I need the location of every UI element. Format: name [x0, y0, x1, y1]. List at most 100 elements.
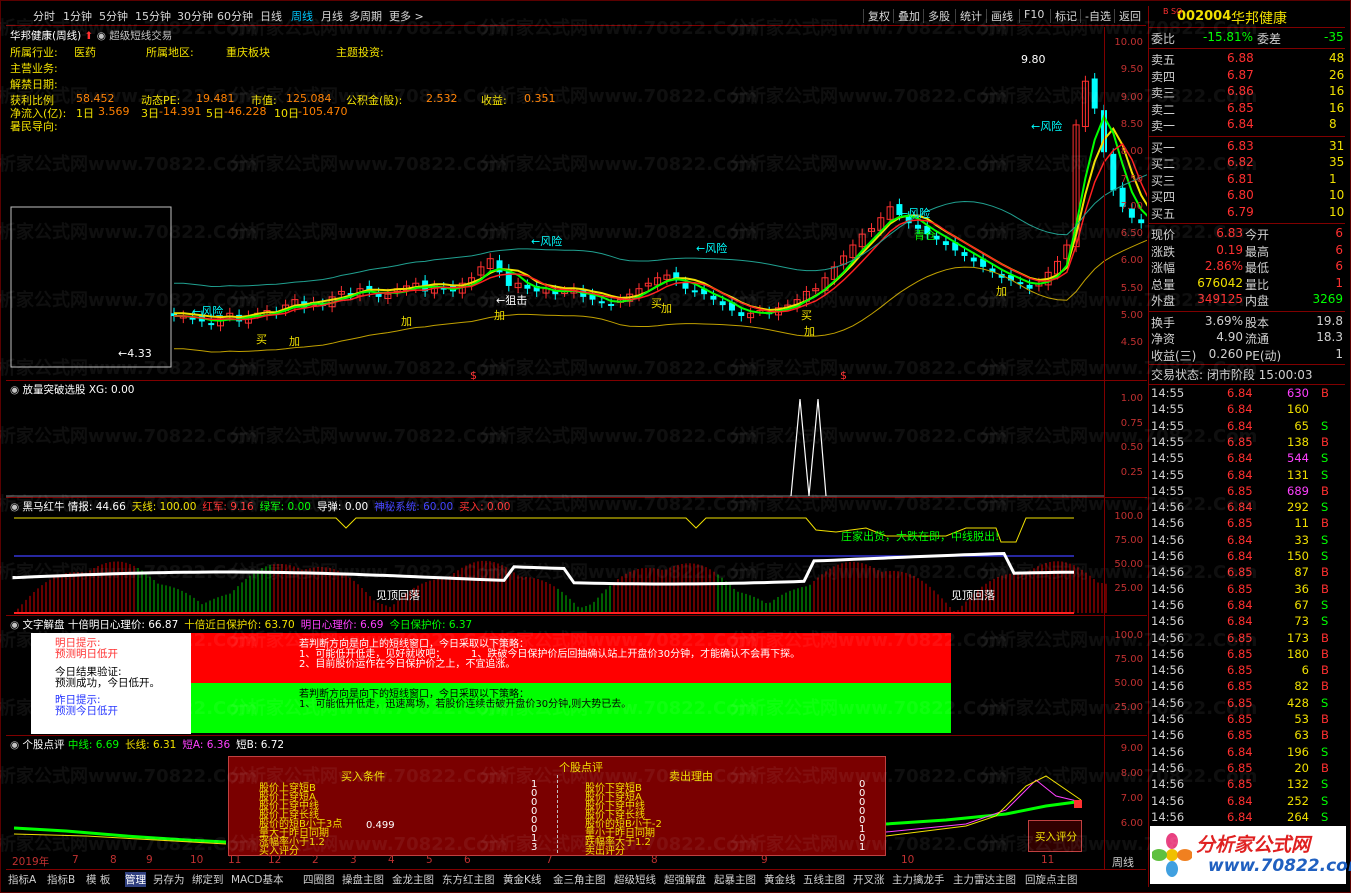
template-tab[interactable]: 超强解盘 — [664, 872, 706, 887]
template-tab[interactable]: 管理 — [125, 872, 146, 887]
dianping-indicator-panel[interactable]: ◉ 个股点评 中线: 6.69 长线: 6.31 短A: 6.36 短B: 6.72 … — [6, 736, 1147, 869]
kline-chart[interactable]: 9.80←4.33←风险←风险←风险←风险←风险加 加加加加加买买买←狙击青仓$ $ — [6, 27, 1147, 381]
tool-5[interactable]: F10 — [1024, 8, 1044, 21]
period-9[interactable]: 多周期 — [349, 8, 382, 24]
risk-label: ←风险 — [531, 234, 562, 248]
inset-box — [10, 206, 172, 368]
tool-sep — [986, 9, 987, 23]
tick-volume: 6 — [1301, 663, 1309, 678]
tick-volume: 132 — [1287, 777, 1309, 792]
stat-divider — [1149, 310, 1345, 312]
y-axis-line — [1104, 616, 1105, 735]
tick-row: 14:56 6.85 20 B — [1149, 761, 1345, 777]
risk-label: ←风险 — [1031, 119, 1062, 133]
template-tab[interactable]: 主力雷达主图 — [953, 872, 1016, 887]
tick-time: 14:56 — [1151, 777, 1185, 792]
y-tick-label: 6.00 — [1120, 818, 1143, 829]
wenzi-indicator-panel[interactable]: ◉ 文字解盘 十倍明日心理价: 66.87 十倍近日保护价: 63.70 明日心理价… — [6, 616, 1147, 736]
qingbao-line — [12, 551, 1075, 586]
sell-reasons-header: 卖出理由 — [669, 770, 713, 783]
heima-indicator-panel[interactable]: ◉ 黑马红牛 情报: 44.66 天线: 100.00 红军: 9.16 绿军: 0.… — [6, 498, 1147, 616]
tool-0[interactable]: 复权 — [868, 8, 890, 24]
template-tab[interactable]: 回旋点主图 — [1025, 872, 1078, 887]
tool-7[interactable]: -自选 — [1085, 8, 1111, 24]
tick-price: 6.85 — [1227, 760, 1253, 775]
template-tab[interactable]: 操盘主图 — [342, 872, 384, 887]
tick-row: 14:56 6.85 6 B — [1149, 663, 1345, 679]
ask-label: 卖二 — [1151, 102, 1176, 117]
tick-time: 14:56 — [1151, 646, 1185, 661]
tick-volume: 11 — [1294, 516, 1309, 531]
template-tab[interactable]: 指标A — [8, 872, 36, 887]
period-4[interactable]: 30分钟 — [177, 8, 213, 24]
wenzi-title: ◉ 文字解盘 十倍明日心理价: 66.87 十倍近日保护价: 63.70 明日心理价… — [10, 617, 478, 632]
template-tab[interactable]: 五线主图 — [803, 872, 845, 887]
template-tab[interactable]: 另存为 — [153, 872, 185, 887]
period-0[interactable]: 分时 — [33, 8, 55, 24]
tool-sep — [1019, 9, 1020, 23]
period-7[interactable]: 周线 — [291, 8, 313, 24]
tick-side: S — [1321, 695, 1329, 710]
sell-reason-value: 1 — [859, 842, 866, 853]
template-tab[interactable]: 绑定到 — [192, 872, 224, 887]
template-tab[interactable]: 金龙主图 — [392, 872, 434, 887]
tick-volume: 264 — [1287, 809, 1309, 824]
status-divider — [1149, 364, 1345, 365]
template-tab[interactable]: 主力擒龙手 — [892, 872, 945, 887]
period-1[interactable]: 1分钟 — [63, 8, 92, 24]
panel-toggle-icon[interactable]: ◉ — [10, 619, 23, 631]
tool-4[interactable]: 画线 — [991, 8, 1013, 24]
tool-1[interactable]: 叠加 — [898, 8, 920, 24]
period-3[interactable]: 15分钟 — [135, 8, 171, 24]
template-tab[interactable]: MACD基本 — [231, 872, 283, 887]
x-tick-label: 9 — [761, 854, 768, 866]
template-tab[interactable]: 黄金K线 — [503, 872, 541, 887]
template-tab[interactable]: 金三角主图 — [553, 872, 606, 887]
hint-box: 明日提示: 预测明日低开 今日结果验证: 预测成功，今日低开。 昨日提示: 预测… — [31, 633, 191, 734]
ask-label: 卖四 — [1151, 69, 1176, 84]
template-tab[interactable]: 开叉涨 — [853, 872, 885, 887]
template-tab[interactable]: 模 板 — [86, 872, 110, 887]
template-tab[interactable]: 四圈图 — [303, 872, 335, 887]
period-8[interactable]: 月线 — [321, 8, 343, 24]
tick-row: 14:56 6.85 11 B — [1149, 516, 1345, 532]
tool-3[interactable]: 统计 — [960, 8, 982, 24]
ask-row: 卖二 6.85 16 — [1149, 101, 1345, 118]
tick-time: 14:56 — [1151, 809, 1185, 824]
tool-2[interactable]: 多股 — [928, 8, 950, 24]
buy-score-badge: 买入评分 — [1028, 820, 1082, 852]
main-kline-panel[interactable]: 华邦健康(周线) ⬆ ◉ 超级短线交易 所属行业: 医药 所属地区: 重庆板块 主题投资… — [6, 27, 1147, 381]
template-tab[interactable]: 黄金线 — [764, 872, 796, 887]
buy-label: 买 — [801, 309, 812, 322]
bid-label: 买四 — [1151, 190, 1176, 204]
tick-side: B — [1321, 679, 1329, 694]
tick-price: 6.85 — [1227, 630, 1253, 645]
join-label: 加 — [804, 325, 815, 338]
template-tab[interactable]: 指标B — [47, 872, 75, 887]
template-tab[interactable]: 超级短线 — [614, 872, 656, 887]
dollar-marker: $ — [470, 369, 477, 381]
x-tick-label: 11 — [1041, 854, 1055, 866]
tick-row: 14:56 6.84 292 S — [1149, 500, 1345, 516]
bid-row: 买四 6.80 10 — [1149, 188, 1345, 205]
xg-indicator-panel[interactable]: ◉ 放量突破选股 XG: 0.00 1.00 0.75 0.50 0.25 — [6, 381, 1147, 498]
stat-label2: 量比 — [1245, 277, 1270, 292]
period-2[interactable]: 5分钟 — [99, 8, 128, 24]
tick-time: 14:55 — [1151, 418, 1185, 433]
tool-6[interactable]: 标记 — [1055, 8, 1077, 24]
tool-8[interactable]: 返回 — [1119, 8, 1141, 24]
stat2-label: 净资 — [1151, 332, 1176, 346]
y-tick-label: 8.50 — [1120, 118, 1143, 130]
tick-time: 14:56 — [1151, 532, 1185, 547]
yesterday-hint-value: 预测今日低开 — [55, 705, 118, 717]
stat2-row: 换手 3.69% 股本 19.8 — [1149, 314, 1345, 331]
stat-value2: 6 — [1335, 242, 1343, 257]
period-6[interactable]: 日线 — [260, 8, 282, 24]
template-tab[interactable]: 起暴主图 — [714, 872, 756, 887]
tick-side: B — [1321, 581, 1329, 596]
template-tab[interactable]: 东方红主图 — [442, 872, 495, 887]
period-10[interactable]: 更多 > — [389, 8, 424, 24]
divider — [557, 775, 558, 853]
y-tick-label: 9.50 — [1120, 64, 1143, 76]
period-5[interactable]: 60分钟 — [217, 8, 253, 24]
